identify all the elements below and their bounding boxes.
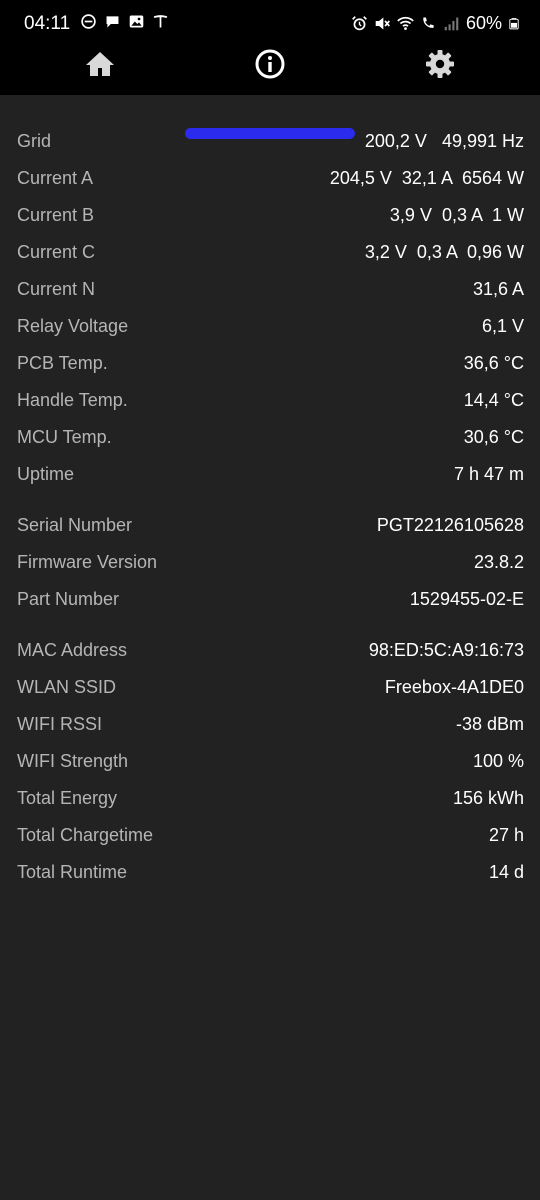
row-label: WIFI RSSI xyxy=(17,714,102,734)
row-mac-address: MAC Address 98:ED:5C:A9:16:73 xyxy=(17,632,524,669)
image-icon xyxy=(129,15,144,28)
row-value: 156 kWh xyxy=(452,788,524,808)
row-wifi-strength: WIFI Strength 100 % xyxy=(17,743,524,780)
wifi-call-icon xyxy=(423,17,434,28)
row-label: Current N xyxy=(17,279,96,299)
row-label: Total Chargetime xyxy=(17,825,154,845)
row-mcu-temp: MCU Temp. 30,6 °C xyxy=(17,419,524,456)
row-pcb-temp: PCB Temp. 36,6 °C xyxy=(17,345,524,382)
battery-icon xyxy=(509,18,519,30)
row-label: Uptime xyxy=(17,464,75,484)
row-label: MCU Temp. xyxy=(17,427,112,447)
row-value: 6,1 V xyxy=(481,316,524,336)
row-relay-voltage: Relay Voltage 6,1 V xyxy=(17,308,524,345)
row-total-runtime: Total Runtime 14 d xyxy=(17,854,524,891)
row-label: Handle Temp. xyxy=(17,390,128,410)
row-part-number: Part Number 1529455-02-E xyxy=(17,581,524,618)
tesla-logo-icon xyxy=(153,15,168,28)
row-label: Relay Voltage xyxy=(17,316,129,336)
row-current-n: Current N 31,6 A xyxy=(17,271,524,308)
row-value: 1529455-02-E xyxy=(409,589,524,609)
row-value: PGT22126105628 xyxy=(376,515,524,535)
row-value: 23.8.2 xyxy=(473,552,524,572)
tab-info[interactable] xyxy=(180,44,360,95)
row-label: Current B xyxy=(17,205,95,225)
do-not-disturb-icon xyxy=(81,14,96,29)
row-label: Firmware Version xyxy=(17,552,158,572)
status-system-icons: 60% xyxy=(351,13,520,34)
row-label: Total Runtime xyxy=(17,862,128,882)
row-current-c: Current C 3,2 V 0,3 A 0,96 W xyxy=(17,234,524,271)
row-label: Part Number xyxy=(17,589,120,609)
row-value: 14 d xyxy=(488,862,524,882)
row-total-chargetime: Total Chargetime 27 h xyxy=(17,817,524,854)
row-value: 30,6 °C xyxy=(463,427,524,447)
status-notification-icons xyxy=(80,13,169,30)
wifi-icon xyxy=(397,16,414,30)
tab-home[interactable] xyxy=(10,44,190,95)
row-wlan-ssid: WLAN SSID Freebox-4A1DE0 xyxy=(17,669,524,706)
gear-icon xyxy=(426,50,454,78)
row-value: 27 h xyxy=(488,825,524,845)
row-label: Total Energy xyxy=(17,788,118,808)
row-label: Current A xyxy=(17,168,94,188)
row-value: 36,6 °C xyxy=(463,353,524,373)
chat-bubble-icon xyxy=(106,16,119,28)
tab-bar xyxy=(0,44,540,139)
row-value: 3,9 V 0,3 A 1 W xyxy=(389,205,524,225)
tab-settings[interactable] xyxy=(350,44,530,95)
mute-icon xyxy=(375,17,390,30)
row-value: 98:ED:5C:A9:16:73 xyxy=(368,640,524,660)
alarm-icon xyxy=(352,16,367,31)
row-wifi-rssi: WIFI RSSI -38 dBm xyxy=(17,706,524,743)
info-icon xyxy=(255,49,285,79)
home-icon xyxy=(86,52,114,76)
row-value: 3,2 V 0,3 A 0,96 W xyxy=(364,242,524,262)
row-value: Freebox-4A1DE0 xyxy=(384,677,524,697)
row-value: 31,6 A xyxy=(472,279,524,299)
status-time: 04:11 xyxy=(24,13,71,34)
row-current-a: Current A 204,5 V 32,1 A 6564 W xyxy=(17,160,524,197)
row-current-b: Current B 3,9 V 0,3 A 1 W xyxy=(17,197,524,234)
row-firmware-version: Firmware Version 23.8.2 xyxy=(17,544,524,581)
row-value: 7 h 47 m xyxy=(453,464,524,484)
row-value: 204,5 V 32,1 A 6564 W xyxy=(329,168,524,188)
row-serial-number: Serial Number PGT22126105628 xyxy=(17,507,524,544)
row-value: 200,2 V 49,991 Hz xyxy=(364,131,524,151)
row-value: -38 dBm xyxy=(455,714,524,734)
row-label: Grid xyxy=(17,131,52,151)
row-label: WLAN SSID xyxy=(17,677,117,697)
row-value: 14,4 °C xyxy=(463,390,524,410)
row-label: Current C xyxy=(17,242,96,262)
row-value: 100 % xyxy=(472,751,524,771)
row-label: PCB Temp. xyxy=(17,353,108,373)
row-label: WIFI Strength xyxy=(17,751,129,771)
row-grid: Grid 200,2 V 49,991 Hz xyxy=(17,123,524,160)
row-total-energy: Total Energy 156 kWh xyxy=(17,780,524,817)
battery-percent: 60% xyxy=(465,13,502,33)
signal-icon xyxy=(444,17,459,31)
row-label: Serial Number xyxy=(17,515,133,535)
status-bar: 04:11 60% xyxy=(0,0,540,44)
row-label: MAC Address xyxy=(17,640,128,660)
row-uptime: Uptime 7 h 47 m xyxy=(17,456,524,493)
row-handle-temp: Handle Temp. 14,4 °C xyxy=(17,382,524,419)
